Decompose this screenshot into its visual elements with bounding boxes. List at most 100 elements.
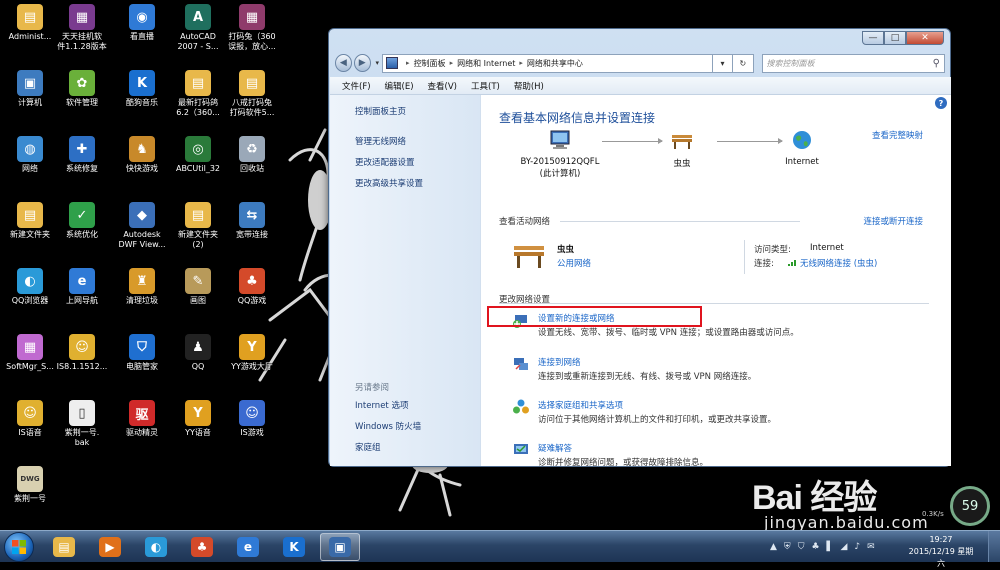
network-type-link[interactable]: 公用网络 [557, 257, 591, 269]
desktop-icon[interactable]: ▤ Administ... [0, 0, 60, 60]
desktop-icon[interactable]: ☺ IS语音 [0, 396, 60, 456]
desktop-icon[interactable]: DWG 紫荆一号 [0, 462, 60, 522]
minimize-button[interactable]: — [862, 31, 884, 45]
forward-button[interactable]: ▶ [353, 54, 371, 72]
start-button[interactable] [4, 532, 34, 562]
troubleshoot-link[interactable]: 疑难解答 [538, 442, 572, 454]
clock[interactable]: 19:27 2015/12/19 星期六 [906, 534, 976, 570]
desktop-icon[interactable]: ▦ 打码兔（360 误报，放心... [222, 0, 282, 60]
breadcrumb-network-sharing-center[interactable]: 网络和共享中心 [527, 58, 583, 69]
signal-strength-icon [788, 260, 796, 266]
recent-pages-dropdown[interactable]: ▾ [376, 59, 380, 67]
qq-icon: ♟ [185, 334, 211, 360]
sidebar-item-manage-wireless[interactable]: 管理无线网络 [355, 135, 480, 147]
desktop-icon[interactable]: Y YY语音 [168, 396, 228, 456]
desktop-icon-label: 紫荆一号. bak [64, 428, 100, 447]
address-dropdown-button[interactable]: ▾ [712, 53, 734, 73]
taskbar-app[interactable]: ▶ [90, 533, 130, 561]
tray-icon[interactable]: ♪ [854, 542, 860, 552]
menu-tools[interactable]: 工具(T) [471, 80, 500, 92]
desktop-icon[interactable]: ▤ 最新打码鸽 6.2（360... [168, 66, 228, 126]
tray-icon[interactable]: ✉ [867, 542, 875, 552]
show-desktop-button[interactable] [988, 531, 1000, 562]
desktop-icon[interactable]: ♞ 快快游戏 [112, 132, 172, 192]
desktop-icon[interactable]: ✓ 系统优化 [52, 198, 112, 258]
window-content: 控制面板主页 管理无线网络 更改适配器设置 更改高级共享设置 另请参阅 Inte… [330, 95, 951, 468]
tray-icon[interactable]: ▌ [827, 542, 834, 552]
desktop-icon[interactable]: ◐ QQ浏览器 [0, 264, 60, 324]
homegroup-desc: 访问位于其他网络计算机上的文件和打印机，或更改共享设置。 [538, 415, 777, 425]
connect-network-icon [514, 358, 528, 370]
taskbar-app[interactable]: ♣ [182, 533, 222, 561]
desktop-icon[interactable]: ◍ 网络 [0, 132, 60, 192]
menu-file[interactable]: 文件(F) [342, 80, 371, 92]
connect-disconnect-link[interactable]: 连接或断开连接 [863, 215, 923, 227]
help-icon[interactable]: ? [935, 97, 947, 109]
taskbar-app[interactable]: ◐ [136, 533, 176, 561]
sidebar-item-internet-options[interactable]: Internet 选项 [355, 399, 421, 411]
desktop-icon[interactable]: Y YY游戏大厅 [222, 330, 282, 390]
sidebar-item-homegroup[interactable]: 家庭组 [355, 441, 421, 453]
desktop-icon[interactable]: ▦ SoftMgr_S... [0, 330, 60, 390]
desktop-icon[interactable]: ▤ 八戒打码兔 打码软件5... [222, 66, 282, 126]
search-icon[interactable]: ⚲ [933, 58, 940, 69]
sidebar-item-windows-firewall[interactable]: Windows 防火墙 [355, 420, 421, 432]
tray-icon[interactable]: ♣ [811, 542, 819, 552]
back-button[interactable]: ◀ [335, 54, 352, 72]
taskbar: ▲ ⛨ ⛉ ♣ ▌ ◢ ♪ ✉ 19:27 2015/12/19 星期六 ▤ ▶ ◐ ♣ e K ▣ [0, 530, 1000, 568]
sidebar-item-advanced-sharing[interactable]: 更改高级共享设置 [355, 177, 480, 189]
divider [560, 221, 800, 222]
view-full-map-link[interactable]: 查看完整映射 [872, 129, 923, 141]
connect-network-link[interactable]: 连接到网络 [538, 356, 581, 368]
tray-icon[interactable]: ⛉ [798, 542, 805, 552]
desktop-icon[interactable]: ♜ 清理垃圾 [112, 264, 172, 324]
desktop-icon[interactable]: ◆ Autodesk DWF View... [112, 198, 172, 258]
maximize-button[interactable]: □ [884, 31, 906, 45]
desktop-icon[interactable]: ☺ IS游戏 [222, 396, 282, 456]
menu-help[interactable]: 帮助(H) [514, 80, 544, 92]
desktop-icon[interactable]: ▦ 天天挂机软 件1.1.28版本 [52, 0, 112, 60]
desktop-icon-label: 紫荆一号 [14, 494, 46, 503]
menu-edit[interactable]: 编辑(E) [385, 80, 414, 92]
taskbar-app[interactable]: ▤ [44, 533, 84, 561]
tray-icon[interactable]: ▲ [770, 542, 777, 552]
network-name: 虫虫 [673, 159, 691, 169]
desktop-icon[interactable]: ☺ IS8.1.1512... [52, 330, 112, 390]
sidebar-item-control-panel-home[interactable]: 控制面板主页 [355, 105, 480, 117]
desktop-icon[interactable]: ▣ 计算机 [0, 66, 60, 126]
desktop-icon[interactable]: ▤ 新建文件夹 (2) [168, 198, 228, 258]
close-button[interactable]: ✕ [906, 31, 944, 45]
homegroup-link[interactable]: 选择家庭组和共享选项 [538, 399, 623, 411]
desktop-icon[interactable]: ◎ ABCUtil_32 [168, 132, 228, 192]
taskbar-app[interactable]: K [274, 533, 314, 561]
breadcrumb-network-internet[interactable]: 网络和 Internet [457, 58, 515, 69]
desktop-icon[interactable]: K 酷狗音乐 [112, 66, 172, 126]
refresh-button[interactable]: ↻ [733, 53, 754, 73]
speed-gauge[interactable]: 59 [950, 486, 990, 526]
taskbar-app[interactable]: ▣ [320, 533, 360, 561]
breadcrumb-control-panel[interactable]: 控制面板 [414, 58, 446, 69]
desktop-icon[interactable]: ✿ 软件管理 [52, 66, 112, 126]
desktop-icon[interactable]: ▤ 新建文件夹 [0, 198, 60, 258]
desktop-icon[interactable]: ⛉ 电脑管家 [112, 330, 172, 390]
desktop-icon[interactable]: ✎ 画图 [168, 264, 228, 324]
desktop-icon[interactable]: ▯ 紫荆一号. bak [52, 396, 112, 456]
sidebar-item-adapter-settings[interactable]: 更改适配器设置 [355, 156, 480, 168]
menu-view[interactable]: 查看(V) [428, 80, 457, 92]
tray-icon[interactable]: ⛨ [784, 542, 791, 552]
desktop-icon[interactable]: e 上网导航 [52, 264, 112, 324]
desktop-icon[interactable]: 驱驱动精灵 [112, 396, 172, 456]
taskbar-app[interactable]: e [228, 533, 268, 561]
explorer-icon: ▤ [53, 537, 75, 557]
desktop-icon[interactable]: ♻ 回收站 [222, 132, 282, 192]
desktop-icon[interactable]: ♟ QQ [168, 330, 228, 390]
connection-link[interactable]: 无线网络连接 (虫虫) [800, 257, 877, 269]
desktop-icon[interactable]: ⇆ 宽带连接 [222, 198, 282, 258]
address-bar[interactable]: ▸ 控制面板 ▸ 网络和 Internet ▸ 网络和共享中心 [382, 53, 713, 73]
desktop-icon[interactable]: ♣ QQ游戏 [222, 264, 282, 324]
desktop-icon[interactable]: ◉ 看直播 [112, 0, 172, 60]
desktop-icon[interactable]: ✚ 系统修复 [52, 132, 112, 192]
search-input[interactable]: 搜索控制面板 ⚲ [761, 53, 945, 73]
tray-icon[interactable]: ◢ [840, 542, 847, 552]
desktop-icon[interactable]: A AutoCAD 2007 - S... [168, 0, 228, 60]
